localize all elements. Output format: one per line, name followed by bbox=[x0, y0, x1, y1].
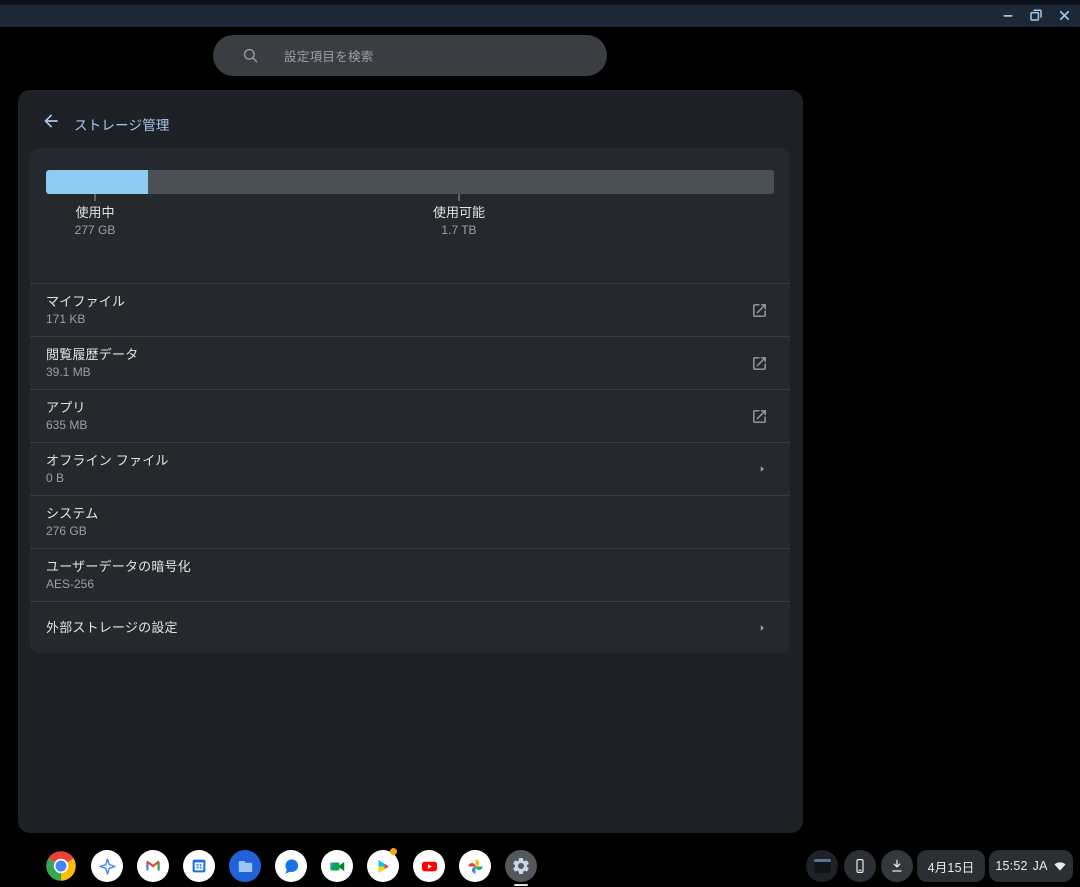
photos-icon bbox=[466, 857, 485, 876]
meet-icon bbox=[328, 857, 347, 876]
row-label: ユーザーデータの暗号化 bbox=[46, 559, 191, 575]
files-folder-icon bbox=[236, 857, 255, 876]
open-in-new-icon bbox=[751, 302, 768, 319]
wifi-icon bbox=[1053, 859, 1067, 873]
window-controls bbox=[998, 5, 1074, 25]
settings-gear-icon bbox=[511, 856, 531, 876]
shelf-app-meet[interactable] bbox=[321, 850, 353, 882]
row-value: AES-256 bbox=[46, 577, 191, 592]
gmail-icon bbox=[144, 857, 162, 875]
window-thumbnail bbox=[814, 859, 831, 873]
row-offline-files[interactable]: オフライン ファイル 0 B bbox=[30, 442, 790, 495]
shelf-app-chrome[interactable] bbox=[45, 850, 77, 882]
system-tray-button[interactable]: 15:52 JA bbox=[989, 850, 1073, 882]
row-value: 39.1 MB bbox=[46, 365, 138, 380]
close-icon bbox=[1058, 9, 1071, 22]
active-app-indicator bbox=[514, 884, 528, 886]
back-arrow-icon bbox=[41, 111, 61, 131]
row-label: 閲覧履歴データ bbox=[46, 347, 138, 363]
messages-icon bbox=[282, 857, 301, 876]
minimize-icon bbox=[1001, 8, 1015, 22]
assistant-star-icon bbox=[98, 857, 117, 876]
row-value: 276 GB bbox=[46, 524, 98, 539]
available-tick bbox=[458, 194, 460, 201]
shelf-app-gmail[interactable] bbox=[137, 850, 169, 882]
row-user-data-encryption: ユーザーデータの暗号化 AES-256 bbox=[30, 548, 790, 601]
row-external-storage[interactable]: 外部ストレージの設定 bbox=[30, 601, 790, 653]
available-legend: 使用可能 1.7 TB bbox=[433, 204, 485, 238]
downloads-tote-button[interactable] bbox=[881, 850, 913, 882]
row-apps[interactable]: アプリ 635 MB bbox=[30, 389, 790, 442]
chevron-right-icon bbox=[756, 463, 768, 475]
window-title-bar bbox=[0, 0, 1080, 27]
row-label: アプリ bbox=[46, 400, 87, 416]
page-title: ストレージ管理 bbox=[74, 114, 170, 134]
minimize-button[interactable] bbox=[998, 5, 1018, 25]
row-value: 635 MB bbox=[46, 418, 87, 433]
restore-icon bbox=[1029, 8, 1043, 22]
row-label: マイファイル bbox=[46, 294, 125, 310]
shelf-app-settings[interactable] bbox=[505, 850, 537, 882]
shelf-app-files[interactable] bbox=[229, 850, 261, 882]
close-button[interactable] bbox=[1054, 5, 1074, 25]
row-value: 171 KB bbox=[46, 312, 125, 327]
shelf-app-photos[interactable] bbox=[459, 850, 491, 882]
available-value: 1.7 TB bbox=[433, 222, 485, 238]
phone-icon bbox=[851, 857, 869, 875]
restore-button[interactable] bbox=[1026, 5, 1046, 25]
date-button[interactable]: 4月15日 bbox=[917, 850, 985, 882]
shelf-app-youtube[interactable] bbox=[413, 850, 445, 882]
used-tick bbox=[94, 194, 96, 201]
settings-search-input[interactable]: 設定項目を検索 bbox=[213, 35, 607, 76]
open-in-new-icon bbox=[751, 408, 768, 425]
play-store-notification-dot bbox=[390, 848, 397, 855]
screen-capture-preview[interactable] bbox=[806, 850, 838, 882]
row-label: 外部ストレージの設定 bbox=[46, 620, 178, 636]
storage-card: 使用中 277 GB 使用可能 1.7 TB マイファイル 171 KB 閲覧履… bbox=[30, 148, 790, 653]
youtube-icon bbox=[420, 857, 439, 876]
time-label: 15:52 bbox=[995, 859, 1027, 873]
back-button[interactable] bbox=[41, 111, 61, 131]
download-icon bbox=[888, 857, 906, 875]
play-store-icon bbox=[375, 858, 392, 875]
date-label: 4月15日 bbox=[928, 857, 975, 876]
row-browsing-data[interactable]: 閲覧履歴データ 39.1 MB bbox=[30, 336, 790, 389]
shelf-app-messages[interactable] bbox=[275, 850, 307, 882]
used-value: 277 GB bbox=[75, 222, 116, 238]
calendar-day-number: 31 bbox=[196, 865, 203, 871]
calendar-icon: 31 bbox=[190, 857, 208, 875]
open-in-new-icon bbox=[751, 355, 768, 372]
available-label: 使用可能 bbox=[433, 204, 485, 221]
row-label: システム bbox=[46, 506, 98, 522]
used-label: 使用中 bbox=[75, 204, 116, 221]
used-legend: 使用中 277 GB bbox=[75, 204, 116, 238]
row-my-files[interactable]: マイファイル 171 KB bbox=[30, 283, 790, 336]
chrome-icon bbox=[45, 850, 77, 882]
chevron-right-icon bbox=[756, 622, 768, 634]
input-method-label: JA bbox=[1033, 859, 1048, 873]
search-placeholder: 設定項目を検索 bbox=[284, 46, 374, 65]
shelf-app-calendar[interactable]: 31 bbox=[183, 850, 215, 882]
row-value: 0 B bbox=[46, 471, 169, 486]
storage-usage-bar bbox=[46, 170, 774, 194]
shelf-app-assistant[interactable] bbox=[91, 850, 123, 882]
storage-used-segment bbox=[46, 170, 148, 194]
row-label: オフライン ファイル bbox=[46, 453, 169, 469]
search-icon bbox=[241, 46, 260, 65]
row-system: システム 276 GB bbox=[30, 495, 790, 548]
phone-hub-button[interactable] bbox=[844, 850, 876, 882]
